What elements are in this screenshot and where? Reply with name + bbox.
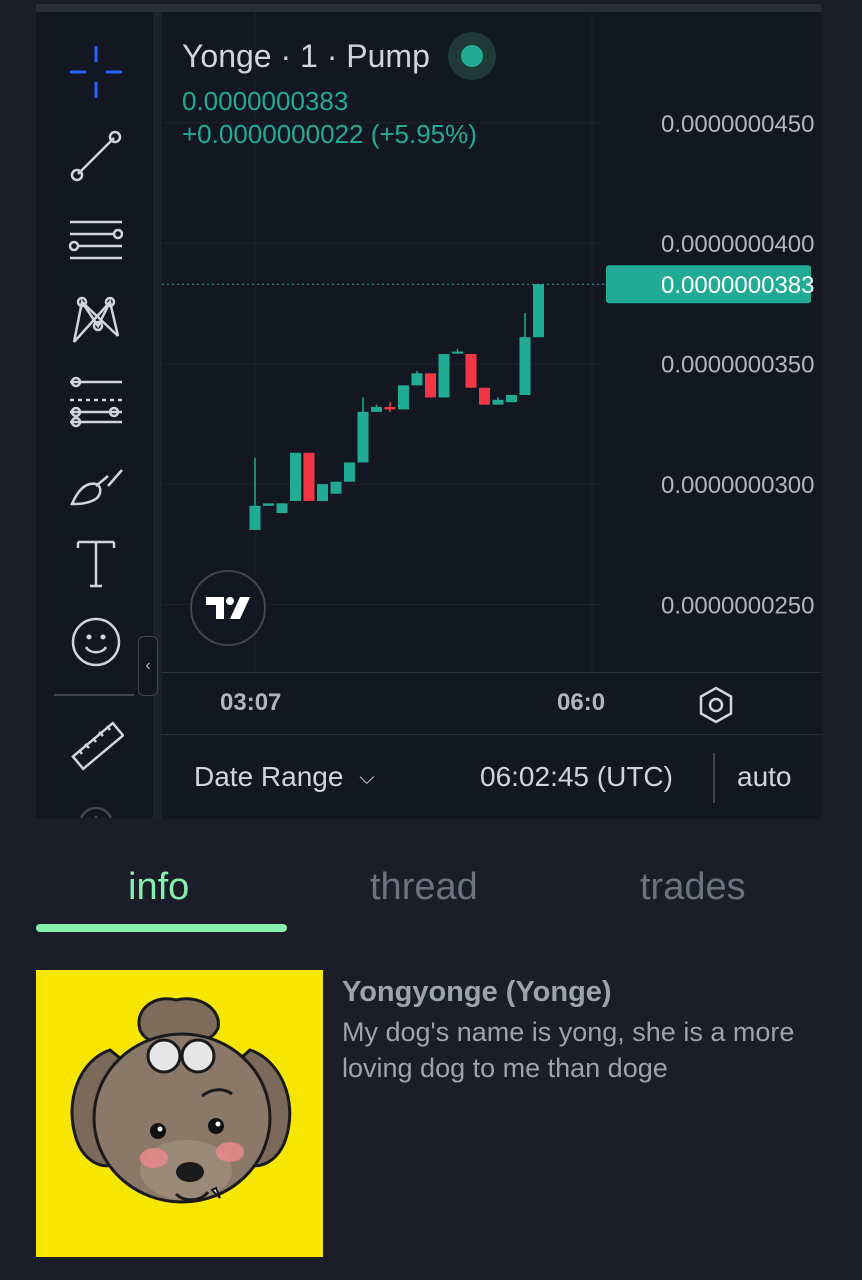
emoji-icon[interactable] [64, 610, 128, 674]
candle-body [249, 505, 261, 530]
chart-bottom-bar: Date Range ⌵ 06:02:45 (UTC) auto [162, 734, 821, 819]
date-range-button[interactable]: Date Range ⌵ [194, 761, 374, 793]
chevron-down-icon: ⌵ [359, 767, 375, 790]
token-description: My dog's name is yong, she is a more lov… [342, 1017, 795, 1083]
candle-body [303, 452, 315, 501]
symbol-title: Yonge · 1 · Pump [182, 32, 496, 80]
tab-trades[interactable]: trades [640, 866, 746, 909]
chart-top-border [36, 4, 821, 12]
brush-icon[interactable] [64, 452, 128, 516]
candle-body [290, 452, 301, 501]
tab-thread[interactable]: thread [370, 866, 478, 909]
fib-retracement-icon[interactable] [64, 208, 128, 272]
forecast-icon[interactable] [64, 370, 128, 434]
trend-line-icon[interactable] [64, 124, 128, 188]
time-axis-label: 03:07 [220, 689, 282, 716]
symbol-title-text: Yonge · 1 · Pump [182, 37, 430, 74]
tab-info[interactable]: info [128, 866, 189, 909]
candle-body [465, 354, 477, 388]
text-icon[interactable] [64, 530, 128, 594]
legend-change: +0.0000000022 (+5.95%) [182, 119, 477, 149]
candle-body [438, 354, 450, 398]
toolbar-separator [153, 12, 162, 818]
toolbar-divider [54, 694, 134, 696]
price-axis-label: 0.0000000400 [661, 231, 815, 258]
candle-body [452, 351, 463, 354]
legend-price: 0.0000000383 [182, 86, 349, 116]
candle-body [384, 407, 396, 410]
utc-clock[interactable]: 06:02:45 (UTC) [480, 761, 673, 793]
bottom-bar-divider [713, 753, 715, 803]
candle-body [425, 373, 436, 398]
auto-scale-button[interactable]: auto [737, 761, 792, 793]
pattern-icon[interactable] [64, 288, 128, 352]
active-tab-indicator [36, 924, 287, 932]
chart-plot-area[interactable]: 0.0000000450 0.0000000400 0.0000000350 0.00… [162, 12, 821, 672]
candle-body [506, 394, 517, 403]
date-range-label: Date Range [194, 761, 344, 792]
chart-settings-button[interactable] [696, 685, 736, 725]
tab-bar: info thread trades [36, 860, 821, 935]
time-axis-label: 06:0 [557, 689, 606, 716]
candle-body [263, 503, 274, 506]
token-name: Yongyonge (Yonge) [342, 976, 612, 1008]
zoom-icon[interactable] [64, 798, 128, 818]
crosshair-icon[interactable] [64, 40, 128, 104]
chart-widget: ‹ 0.0000000450 0.0000000400 0.0000000350 0.… [36, 4, 821, 819]
price-axis-label: 0.0000000350 [661, 352, 815, 379]
candle-body [411, 373, 423, 386]
candle-body [519, 337, 531, 395]
current-price-label: 0.0000000383 [661, 272, 815, 299]
chevron-left-icon: ‹ [145, 657, 151, 674]
candle-body [330, 481, 342, 494]
price-axis-label: 0.0000000250 [661, 593, 815, 620]
live-status-indicator [447, 32, 496, 80]
token-image [36, 970, 323, 1257]
live-dot-icon [460, 45, 483, 67]
price-axis-label: 0.0000000300 [661, 472, 815, 499]
candle-body [371, 407, 382, 412]
settings-hexagon-icon [699, 686, 733, 724]
candle-body [276, 503, 288, 514]
candle-body [357, 411, 369, 463]
candle-body [479, 387, 490, 405]
price-axis-label: 0.0000000450 [661, 111, 815, 138]
ruler-icon[interactable] [64, 716, 128, 780]
collapse-toolbar-button[interactable]: ‹ [138, 636, 158, 696]
dog-illustration [36, 970, 323, 1257]
candle-body [533, 284, 544, 338]
drawing-toolbar [36, 12, 153, 818]
tradingview-logo-icon [206, 597, 250, 619]
candle-body [398, 385, 409, 410]
candle-body [317, 484, 328, 501]
candle-body [344, 462, 355, 482]
candle-body [492, 399, 504, 405]
chart-legend: Yonge · 1 · Pump 0.0000000383 +0.0000000… [182, 32, 496, 150]
time-axis[interactable]: 03:07 06:0 [162, 672, 821, 735]
tradingview-logo[interactable] [190, 570, 266, 646]
